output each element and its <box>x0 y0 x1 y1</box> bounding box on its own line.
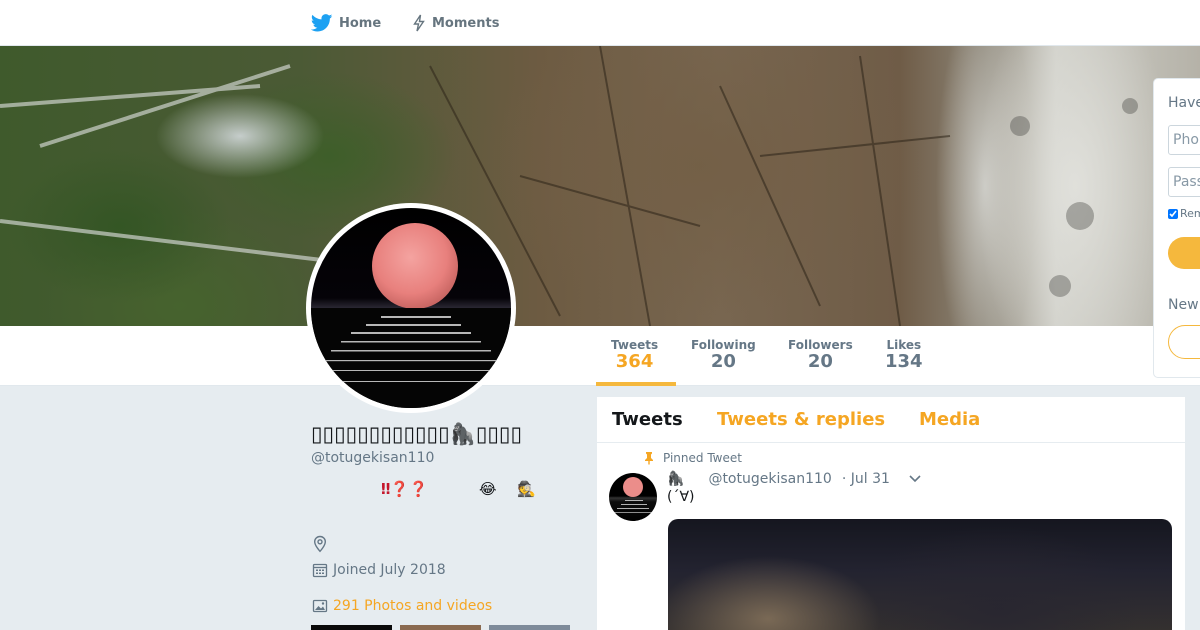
profile-banner-image <box>0 46 1200 326</box>
pin-icon <box>645 452 653 465</box>
profile-avatar[interactable] <box>306 203 516 413</box>
stat-following-value: 20 <box>710 351 736 372</box>
remember-me-checkbox[interactable] <box>1168 208 1178 219</box>
moon-over-sea-image <box>614 477 652 513</box>
location-icon <box>312 535 328 557</box>
signup-button[interactable] <box>1168 325 1200 359</box>
banner-texture <box>0 46 1138 326</box>
remember-me[interactable]: Rem <box>1168 207 1200 220</box>
timeline-tabs: Tweets Tweets & replies Media <box>597 397 1185 443</box>
tweet-username[interactable]: @totugekisan110 <box>708 471 831 487</box>
bio-emoji-detective: 🕵 <box>517 480 536 498</box>
image-icon <box>312 599 328 613</box>
tweet-author-emoji[interactable]: 🦍 <box>667 471 684 487</box>
calendar-icon <box>312 563 328 578</box>
stat-likes-value: 134 <box>885 351 923 372</box>
stat-likes[interactable]: Likes 134 <box>885 338 923 372</box>
bio-emoji-laughing: 😂 <box>479 480 497 498</box>
stat-tweets[interactable]: Tweets 364 <box>611 338 658 372</box>
stat-followers[interactable]: Followers 20 <box>788 338 853 372</box>
tab-media[interactable]: Media <box>919 409 980 430</box>
stat-tweets-label: Tweets <box>611 338 659 352</box>
lightning-icon <box>413 14 425 32</box>
timeline: Tweets Tweets & replies Media Pinned Twe… <box>597 397 1185 630</box>
profile-navigation: Tweets 364 Following 20 Followers 20 Lik… <box>0 326 1200 386</box>
screen-name[interactable]: @totugekisan110 <box>311 450 434 466</box>
media-thumbnail[interactable] <box>311 625 392 630</box>
login-heading: Have <box>1168 95 1200 111</box>
tweet-header: 🦍 @totugekisan110 · Jul 31 <box>667 471 890 487</box>
login-button[interactable] <box>1168 237 1200 269</box>
stat-following-label: Following <box>691 338 756 352</box>
password-input[interactable] <box>1168 167 1200 197</box>
nav-home-label: Home <box>339 15 382 31</box>
stat-followers-value: 20 <box>807 351 833 372</box>
stat-likes-label: Likes <box>886 338 922 352</box>
stat-following[interactable]: Following 20 <box>691 338 756 372</box>
nav-moments[interactable]: Moments <box>412 0 499 46</box>
pinned-tweet-label: Pinned Tweet <box>643 451 742 465</box>
media-thumbnail[interactable] <box>400 625 481 630</box>
tab-tweets-replies[interactable]: Tweets & replies <box>717 409 885 430</box>
remember-me-label: Rem <box>1180 207 1200 220</box>
joined-date: Joined July 2018 <box>312 562 446 578</box>
bio-text: ‼❓❓ <box>381 480 428 498</box>
tab-tweets[interactable]: Tweets <box>612 409 683 430</box>
joined-date-text: Joined July 2018 <box>333 562 446 578</box>
nav-home[interactable]: Home <box>311 0 381 46</box>
avatar-image <box>311 208 511 408</box>
display-name: ▯▯▯▯▯▯▯▯▯▯▯▯🦍▯▯▯▯ <box>311 422 523 446</box>
tweet-date[interactable]: · Jul 31 <box>842 471 890 487</box>
chevron-down-icon[interactable] <box>908 473 922 487</box>
photos-videos-label: 291 Photos and videos <box>333 598 493 614</box>
nav-moments-label: Moments <box>432 15 500 31</box>
new-user-heading: New <box>1168 297 1199 313</box>
twitter-bird-icon <box>311 14 333 32</box>
stat-tweets-value: 364 <box>615 351 654 372</box>
stat-followers-label: Followers <box>788 338 853 352</box>
tweet-text: (´∀) <box>667 489 695 505</box>
top-navigation-bar: Home Moments <box>0 0 1200 46</box>
tweet-media-image[interactable] <box>668 519 1172 630</box>
login-panel: Have Rem New <box>1153 78 1200 378</box>
tweet-avatar[interactable] <box>609 473 657 521</box>
pinned-tweet-text: Pinned Tweet <box>663 451 742 465</box>
active-stat-indicator <box>596 382 676 386</box>
media-thumbnail[interactable] <box>489 625 570 630</box>
phone-input[interactable] <box>1168 125 1200 155</box>
photos-videos-link[interactable]: 291 Photos and videos <box>312 598 492 614</box>
moon-over-sea-image <box>311 223 511 408</box>
